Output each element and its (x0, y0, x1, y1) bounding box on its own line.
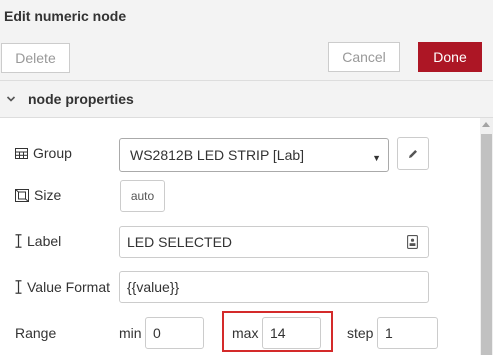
size-label-row: Size (15, 187, 61, 203)
scroll-up-arrow-icon[interactable] (482, 122, 490, 127)
done-button[interactable]: Done (418, 42, 482, 72)
label-field-label: Label (27, 233, 62, 249)
delete-button[interactable]: Delete (1, 43, 70, 73)
range-step-input[interactable]: 1 (377, 317, 438, 349)
scrollbar-thumb[interactable] (481, 134, 492, 355)
label-badge-icon[interactable] (407, 235, 418, 249)
range-max-value: 14 (270, 325, 286, 341)
range-max-label: max (232, 325, 259, 341)
cancel-button[interactable]: Cancel (328, 42, 400, 72)
range-step-value: 1 (385, 325, 393, 341)
group-label-row: Group (15, 145, 72, 161)
section-header-node-properties[interactable]: node properties (0, 81, 493, 118)
size-label: Size (34, 187, 62, 203)
value-format-input-value: {{value}} (127, 279, 180, 295)
value-format-label: Value Format (27, 279, 110, 295)
size-icon (15, 188, 29, 202)
label-input[interactable]: LED SELECTED (119, 226, 429, 258)
dialog-titlebar: Edit numeric node (0, 0, 493, 33)
label-input-value: LED SELECTED (127, 234, 233, 250)
dialog-title: Edit numeric node (4, 8, 127, 24)
range-min-label: min (119, 325, 142, 341)
chevron-down-icon (6, 96, 16, 102)
table-icon (15, 147, 28, 159)
value-format-label-row: Value Format (15, 279, 110, 295)
i-cursor-icon (15, 280, 22, 294)
range-label: Range (15, 325, 57, 341)
range-step-label: step (347, 325, 374, 341)
dialog-toolbar: Delete Cancel Done (0, 33, 493, 81)
pencil-icon (409, 149, 417, 158)
group-select-value: WS2812B LED STRIP [Lab] (130, 147, 305, 163)
label-label-row: Label (15, 233, 61, 249)
caret-down-icon: ▼ (372, 153, 381, 163)
range-min-input[interactable]: 0 (145, 317, 204, 349)
edit-group-button[interactable] (397, 137, 429, 170)
group-select[interactable]: WS2812B LED STRIP [Lab] ▼ (119, 138, 389, 172)
section-title: node properties (28, 91, 134, 107)
range-min-value: 0 (153, 325, 161, 341)
value-format-input[interactable]: {{value}} (119, 271, 429, 303)
i-cursor-icon (15, 234, 22, 248)
size-button[interactable]: auto (120, 180, 165, 212)
range-max-input[interactable]: 14 (262, 317, 321, 349)
group-label: Group (33, 145, 72, 161)
